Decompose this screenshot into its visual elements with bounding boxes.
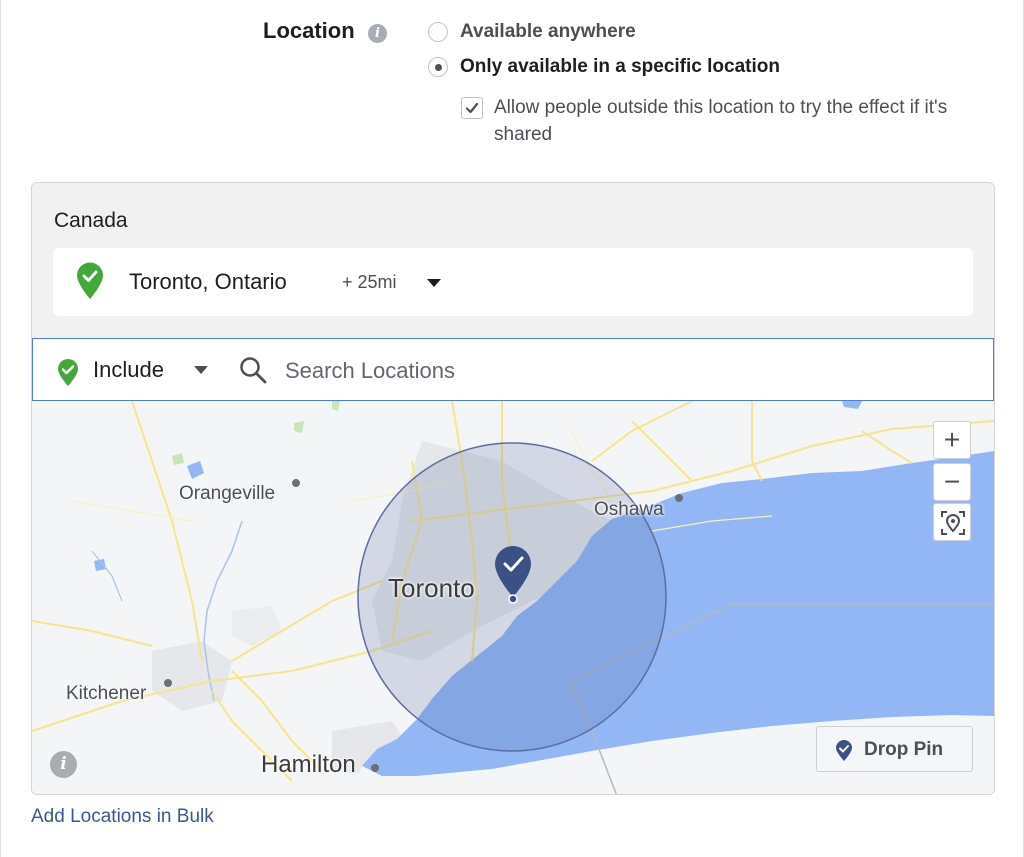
location-search-bar: Include bbox=[32, 338, 994, 401]
locate-icon bbox=[941, 511, 965, 535]
allow-outside-label: Allow people outside this location to tr… bbox=[494, 97, 948, 145]
selected-location-row: Toronto, Ontario + 25mi bbox=[53, 248, 973, 316]
add-locations-in-bulk-link[interactable]: Add Locations in Bulk bbox=[31, 806, 214, 828]
selected-location-name: Toronto, Ontario bbox=[129, 269, 287, 294]
map[interactable]: Orangeville Oshawa Toronto Kitchener Ham… bbox=[32, 401, 994, 794]
radio-available-anywhere[interactable] bbox=[428, 22, 448, 42]
pin-icon bbox=[836, 740, 852, 761]
radio-specific-location[interactable] bbox=[428, 57, 448, 77]
drop-pin-label: Drop Pin bbox=[864, 739, 944, 760]
recenter-button[interactable] bbox=[933, 503, 971, 541]
location-panel: Canada Toronto, Ontario + 25mi Include S… bbox=[31, 182, 995, 795]
check-icon bbox=[465, 102, 479, 114]
include-pin-icon bbox=[58, 359, 78, 386]
zoom-out-button[interactable]: − bbox=[933, 463, 971, 501]
radio-specific-location-label[interactable]: Only available in a specific location bbox=[460, 56, 780, 78]
map-info-icon[interactable]: i bbox=[50, 751, 77, 778]
search-icon bbox=[240, 357, 267, 384]
map-label-toronto: Toronto bbox=[388, 573, 475, 603]
drop-pin-button[interactable]: Drop Pin bbox=[816, 726, 973, 772]
page-border-left bbox=[0, 0, 1, 857]
include-pin-icon bbox=[77, 262, 103, 299]
radio-available-anywhere-label[interactable]: Available anywhere bbox=[460, 21, 636, 43]
include-dropdown[interactable]: Include bbox=[93, 357, 164, 383]
chevron-down-icon[interactable] bbox=[193, 365, 209, 375]
allow-outside-checkbox[interactable] bbox=[461, 97, 483, 119]
map-label-kitchener: Kitchener bbox=[66, 683, 147, 704]
selected-location-radius[interactable]: + 25mi bbox=[342, 272, 397, 293]
chevron-down-icon[interactable] bbox=[426, 278, 442, 288]
map-label-hamilton: Hamilton bbox=[261, 751, 356, 778]
location-label: Location bbox=[263, 18, 355, 43]
zoom-in-button[interactable]: + bbox=[933, 421, 971, 459]
country-heading: Canada bbox=[54, 209, 128, 232]
info-icon[interactable]: i bbox=[368, 24, 387, 43]
map-label-orangeville: Orangeville bbox=[179, 483, 276, 504]
search-locations-input[interactable] bbox=[285, 351, 965, 391]
map-label-oshawa: Oshawa bbox=[594, 499, 664, 520]
